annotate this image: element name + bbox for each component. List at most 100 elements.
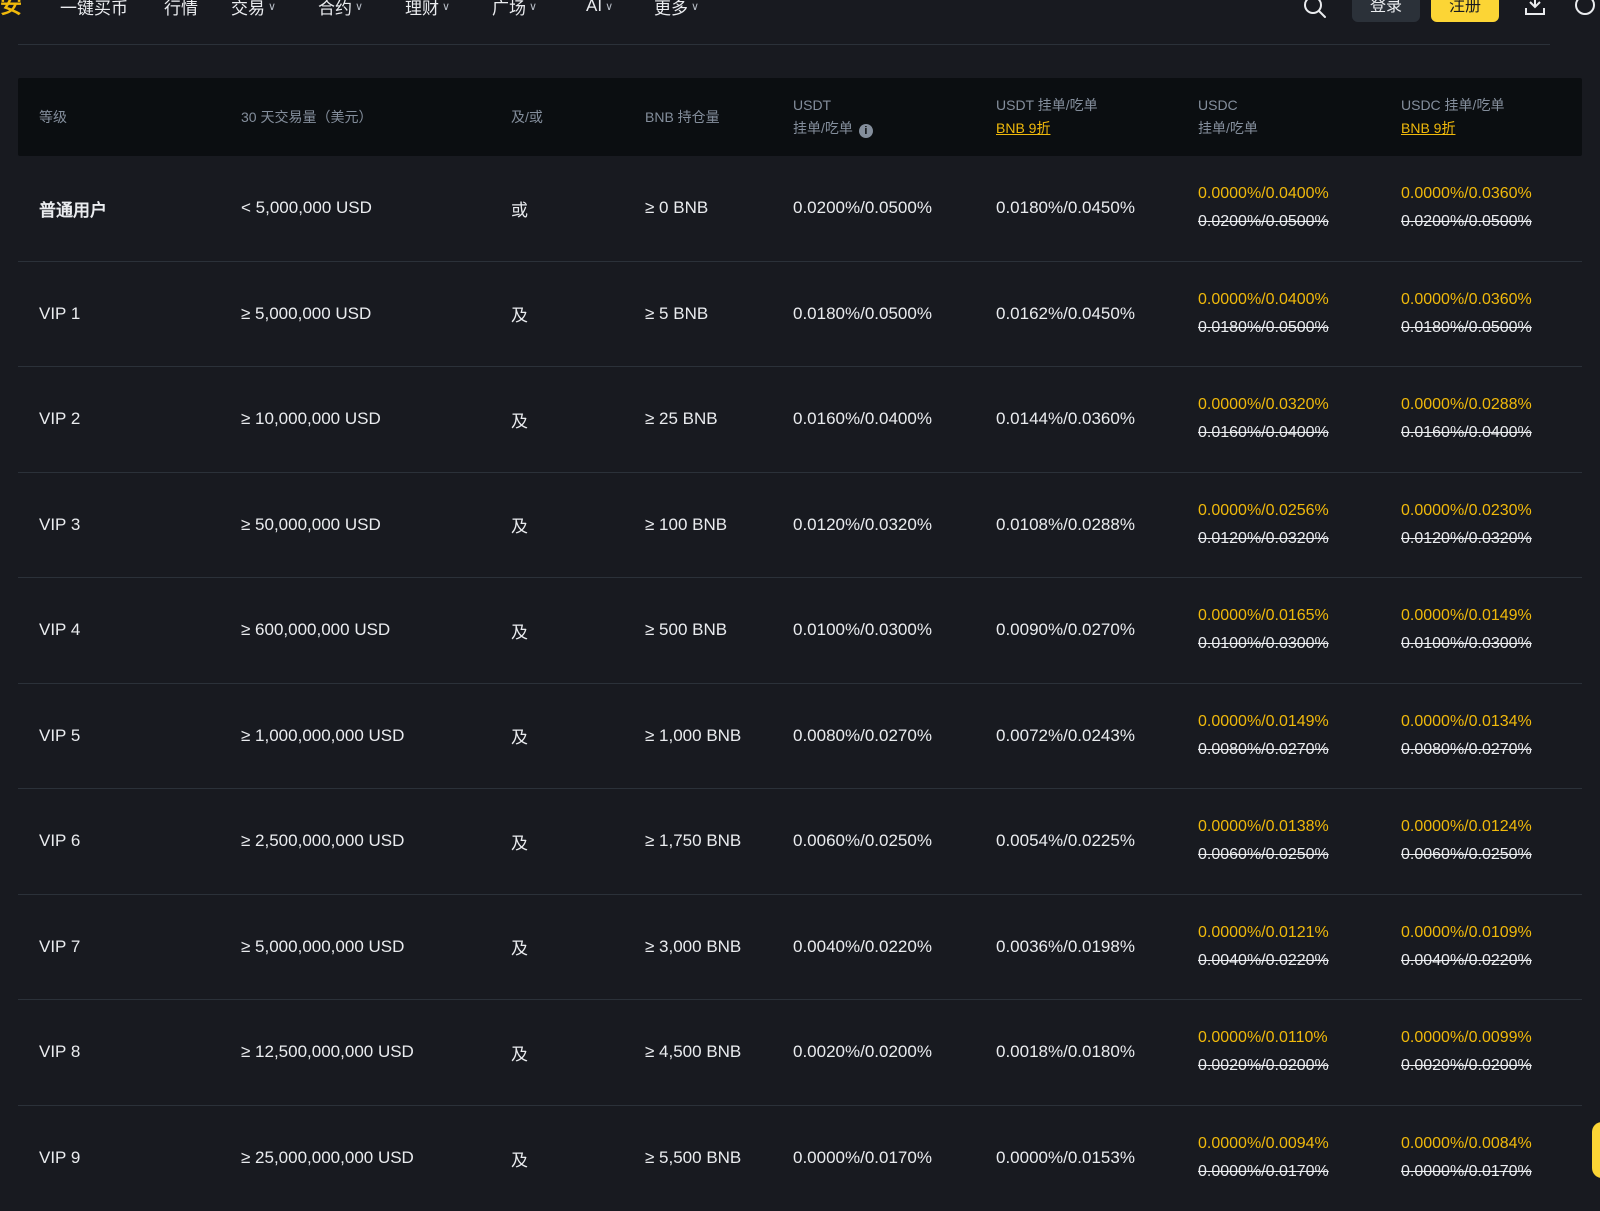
- header-usdc-bnb-fee: USDC 挂单/吃单 BNB 9折: [1401, 94, 1504, 140]
- cell-condition: 及: [511, 512, 528, 537]
- brand-logo[interactable]: 安: [0, 0, 22, 20]
- header-divider: [18, 44, 1550, 45]
- cell-usdc-fee: 0.0000%/0.0149%0.0080%/0.0270%: [1198, 708, 1329, 764]
- cell-level: VIP 7: [39, 937, 80, 957]
- chevron-down-icon: ∨: [442, 0, 450, 13]
- top-navigation-bar: 安 一键买币 行情 交易 ∨ 合约 ∨ 理财 ∨ 广场 ∨ AI ∨ 更多: [0, 0, 1600, 44]
- original-fee: 0.0200%/0.0500%: [1401, 208, 1532, 236]
- cell-bnb-holding: ≥ 100 BNB: [645, 515, 727, 535]
- cell-30d-volume: ≥ 600,000,000 USD: [241, 620, 390, 640]
- nav-item-trade[interactable]: 交易 ∨: [231, 0, 276, 18]
- cell-usdc-bnb-fee: 0.0000%/0.0109%0.0040%/0.0220%: [1401, 919, 1532, 975]
- cell-usdt-fee: 0.0100%/0.0300%: [793, 620, 932, 640]
- cell-usdt-fee: 0.0020%/0.0200%: [793, 1042, 932, 1062]
- cell-condition: 及: [511, 829, 528, 854]
- original-fee: 0.0020%/0.0200%: [1198, 1052, 1329, 1080]
- cell-usdc-fee: 0.0000%/0.0121%0.0040%/0.0220%: [1198, 919, 1329, 975]
- cell-condition: 及: [511, 1040, 528, 1065]
- cell-usdt-bnb-fee: 0.0018%/0.0180%: [996, 1042, 1135, 1062]
- nav-item-markets[interactable]: 行情: [164, 0, 198, 18]
- original-fee: 0.0180%/0.0500%: [1401, 314, 1532, 342]
- globe-icon[interactable]: [1572, 0, 1598, 18]
- nav-item-square[interactable]: 广场 ∨: [492, 0, 537, 18]
- cell-condition: 及: [511, 618, 528, 643]
- nav-item-label: 更多: [654, 0, 688, 19]
- promo-fee: 0.0000%/0.0320%: [1198, 391, 1329, 419]
- nav-item-label: 行情: [164, 0, 198, 19]
- bnb-discount-link[interactable]: BNB 9折: [1401, 117, 1504, 140]
- cell-usdc-fee: 0.0000%/0.0320%0.0160%/0.0400%: [1198, 391, 1329, 447]
- cell-level: VIP 5: [39, 726, 80, 746]
- header-usdt-bnb-fee: USDT 挂单/吃单 BNB 9折: [996, 94, 1098, 140]
- cell-usdt-fee: 0.0160%/0.0400%: [793, 409, 932, 429]
- original-fee: 0.0160%/0.0400%: [1401, 419, 1532, 447]
- cell-30d-volume: ≥ 25,000,000,000 USD: [241, 1148, 414, 1168]
- original-fee: 0.0120%/0.0320%: [1198, 525, 1329, 553]
- download-icon[interactable]: [1522, 0, 1548, 18]
- cell-usdt-bnb-fee: 0.0036%/0.0198%: [996, 937, 1135, 957]
- cell-bnb-holding: ≥ 4,500 BNB: [645, 1042, 741, 1062]
- promo-fee: 0.0000%/0.0165%: [1198, 602, 1329, 630]
- header-usdt-maker-taker: 挂单/吃单 i: [793, 117, 873, 140]
- cell-usdt-bnb-fee: 0.0000%/0.0153%: [996, 1148, 1135, 1168]
- cell-30d-volume: ≥ 12,500,000,000 USD: [241, 1042, 414, 1062]
- nav-item-futures[interactable]: 合约 ∨: [318, 0, 363, 18]
- promo-fee: 0.0000%/0.0360%: [1401, 286, 1532, 314]
- promo-fee: 0.0000%/0.0288%: [1401, 391, 1532, 419]
- login-button[interactable]: 登录: [1352, 0, 1420, 22]
- promo-fee: 0.0000%/0.0109%: [1401, 919, 1532, 947]
- header-30d-volume: 30 天交易量（美元）: [241, 106, 372, 129]
- cell-level: VIP 9: [39, 1148, 80, 1168]
- table-row: VIP 6≥ 2,500,000,000 USD及≥ 1,750 BNB0.00…: [18, 789, 1582, 895]
- cell-usdc-bnb-fee: 0.0000%/0.0099%0.0020%/0.0200%: [1401, 1024, 1532, 1080]
- cell-usdc-bnb-fee: 0.0000%/0.0360%0.0200%/0.0500%: [1401, 180, 1532, 236]
- nav-item-earn[interactable]: 理财 ∨: [405, 0, 450, 18]
- side-support-tab[interactable]: [1592, 1122, 1600, 1178]
- promo-fee: 0.0000%/0.0124%: [1401, 813, 1532, 841]
- nav-item-label: 一键买币: [60, 0, 128, 19]
- promo-fee: 0.0000%/0.0256%: [1198, 497, 1329, 525]
- cell-usdt-bnb-fee: 0.0180%/0.0450%: [996, 198, 1135, 218]
- search-icon[interactable]: [1302, 0, 1328, 20]
- promo-fee: 0.0000%/0.0099%: [1401, 1024, 1532, 1052]
- chevron-down-icon: ∨: [691, 0, 699, 13]
- cell-usdc-fee: 0.0000%/0.0165%0.0100%/0.0300%: [1198, 602, 1329, 658]
- cell-usdt-bnb-fee: 0.0090%/0.0270%: [996, 620, 1135, 640]
- promo-fee: 0.0000%/0.0360%: [1401, 180, 1532, 208]
- cell-bnb-holding: ≥ 5,500 BNB: [645, 1148, 741, 1168]
- promo-fee: 0.0000%/0.0110%: [1198, 1024, 1329, 1052]
- info-icon[interactable]: i: [859, 124, 873, 138]
- nav-item-label: 合约: [318, 0, 352, 19]
- nav-item-label: AI: [586, 0, 602, 16]
- header-usdc-maker-taker: 挂单/吃单: [1198, 117, 1258, 140]
- header-usdt-label: USDT: [793, 94, 873, 117]
- table-row: VIP 7≥ 5,000,000,000 USD及≥ 3,000 BNB0.00…: [18, 895, 1582, 1001]
- promo-fee: 0.0000%/0.0149%: [1401, 602, 1532, 630]
- cell-bnb-holding: ≥ 1,750 BNB: [645, 831, 741, 851]
- header-usdt-fee: USDT 挂单/吃单 i: [793, 94, 873, 140]
- chevron-down-icon: ∨: [268, 0, 276, 13]
- original-fee: 0.0040%/0.0220%: [1401, 947, 1532, 975]
- cell-bnb-holding: ≥ 3,000 BNB: [645, 937, 741, 957]
- cell-condition: 及: [511, 723, 528, 748]
- nav-item-more[interactable]: 更多 ∨: [654, 0, 699, 18]
- register-button[interactable]: 注册: [1431, 0, 1499, 22]
- header-usdt-maker-taker-label: 挂单/吃单: [793, 120, 853, 136]
- cell-usdt-fee: 0.0200%/0.0500%: [793, 198, 932, 218]
- bnb-discount-link[interactable]: BNB 9折: [996, 117, 1098, 140]
- promo-fee: 0.0000%/0.0094%: [1198, 1130, 1329, 1158]
- header-and-or: 及/或: [511, 106, 543, 129]
- header-level: 等级: [39, 106, 67, 129]
- cell-30d-volume: ≥ 2,500,000,000 USD: [241, 831, 404, 851]
- cell-usdc-bnb-fee: 0.0000%/0.0360%0.0180%/0.0500%: [1401, 286, 1532, 342]
- cell-level: VIP 3: [39, 515, 80, 535]
- cell-30d-volume: ≥ 5,000,000,000 USD: [241, 937, 404, 957]
- nav-item-buy-crypto[interactable]: 一键买币: [60, 0, 128, 18]
- cell-condition: 及: [511, 301, 528, 326]
- original-fee: 0.0080%/0.0270%: [1198, 736, 1329, 764]
- original-fee: 0.0160%/0.0400%: [1198, 419, 1329, 447]
- original-fee: 0.0040%/0.0220%: [1198, 947, 1329, 975]
- nav-item-ai[interactable]: AI ∨: [586, 0, 613, 18]
- cell-usdc-bnb-fee: 0.0000%/0.0230%0.0120%/0.0320%: [1401, 497, 1532, 553]
- cell-condition: 及: [511, 407, 528, 432]
